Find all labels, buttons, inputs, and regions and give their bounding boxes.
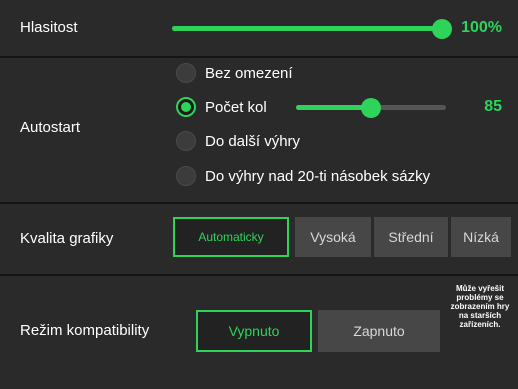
- autostart-option-next-win[interactable]: Do další výhry: [176, 130, 300, 152]
- quality-medium-button[interactable]: Střední: [374, 217, 448, 257]
- autostart-option-unlimited[interactable]: Bez omezení: [176, 62, 293, 84]
- volume-value: 100%: [461, 19, 502, 36]
- quality-low-button[interactable]: Nízká: [451, 217, 511, 257]
- volume-label: Hlasitost: [20, 19, 78, 36]
- volume-slider[interactable]: [172, 18, 452, 39]
- autostart-row: Autostart Bez omezení Počet kol 85 Do da…: [0, 58, 518, 202]
- graphics-quality-label: Kvalita grafiky: [20, 230, 114, 247]
- compatibility-row: Režim kompatibility Vypnuto Zapnuto Může…: [0, 276, 518, 389]
- radio-label: Počet kol: [205, 98, 267, 116]
- volume-slider-fill: [172, 26, 442, 31]
- radio-label: Bez omezení: [205, 64, 293, 82]
- autostart-option-rounds[interactable]: Počet kol: [176, 96, 267, 118]
- graphics-quality-row: Kvalita grafiky Automaticky Vysoká Střed…: [0, 204, 518, 274]
- radio-button[interactable]: [176, 63, 196, 83]
- autostart-label: Autostart: [20, 119, 81, 136]
- compatibility-label: Režim kompatibility: [20, 322, 150, 339]
- compatibility-off-button[interactable]: Vypnuto: [196, 310, 312, 352]
- autostart-option-big-win[interactable]: Do výhry nad 20-ti násobek sázky: [176, 165, 430, 187]
- compatibility-on-button[interactable]: Zapnuto: [318, 310, 440, 352]
- quality-high-button[interactable]: Vysoká: [295, 217, 371, 257]
- quality-automatic-button[interactable]: Automaticky: [173, 217, 289, 257]
- rounds-slider-handle[interactable]: [361, 97, 381, 118]
- rounds-slider[interactable]: [296, 97, 446, 118]
- radio-label: Do výhry nad 20-ti násobek sázky: [205, 167, 431, 185]
- radio-button[interactable]: [176, 131, 196, 151]
- rounds-value: 85: [484, 98, 502, 115]
- radio-label: Do další výhry: [205, 132, 301, 150]
- compatibility-note: Může vyřešit problémy se zobrazením hry …: [450, 284, 510, 329]
- radio-button[interactable]: [176, 97, 196, 117]
- radio-button[interactable]: [176, 166, 196, 186]
- volume-row: Hlasitost 100%: [0, 0, 518, 56]
- volume-slider-handle[interactable]: [432, 18, 452, 39]
- rounds-slider-fill: [296, 105, 371, 110]
